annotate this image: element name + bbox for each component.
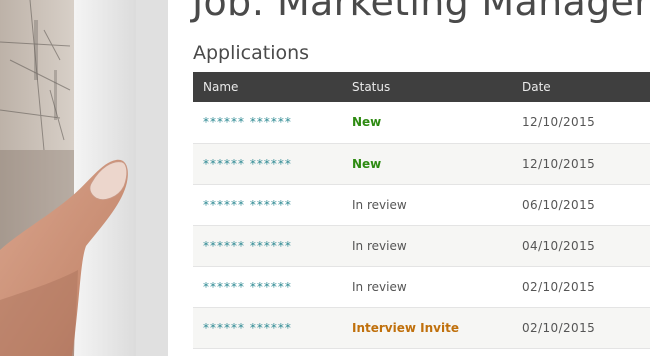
- date-cell: 02/10/2015: [522, 279, 596, 294]
- table-row[interactable]: ****** ****** Interview Invite 02/10/201…: [193, 307, 650, 348]
- table-row[interactable]: ****** ****** New 12/10/2015: [193, 143, 650, 184]
- decorative-photo: [0, 0, 168, 356]
- date-cell: 12/10/2015: [522, 156, 596, 171]
- table-row[interactable]: ****** ****** New 12/10/2015: [193, 102, 650, 143]
- applicant-name-link[interactable]: ****** ******: [203, 280, 292, 294]
- status-label: In review: [352, 197, 407, 212]
- applicant-name-cell: ****** ******: [193, 102, 343, 143]
- table-row[interactable]: ****** ****** In review 04/10/2015: [193, 225, 650, 266]
- column-header-status[interactable]: Status: [343, 72, 512, 102]
- section-title: Applications: [193, 42, 310, 64]
- applicant-name-link[interactable]: ****** ******: [203, 239, 292, 253]
- applications-table-container: Name Status Date ****** ****** New 12/10…: [193, 72, 650, 349]
- column-header-date[interactable]: Date: [512, 72, 650, 102]
- applicant-name-link[interactable]: ****** ******: [203, 198, 292, 212]
- applicant-name-cell: ****** ******: [193, 266, 343, 307]
- status-label: In review: [352, 238, 407, 253]
- status-label: Interview Invite: [352, 320, 459, 335]
- applicant-name-cell: ****** ******: [193, 143, 343, 184]
- status-cell: New: [343, 143, 512, 184]
- applicant-name-cell: ****** ******: [193, 184, 343, 225]
- applicant-name-link[interactable]: ****** ******: [203, 115, 292, 129]
- date-cell: 02/10/2015: [522, 320, 596, 335]
- date-cell: 04/10/2015: [522, 238, 596, 253]
- date-cell: 12/10/2015: [522, 115, 596, 130]
- table-header: Name Status Date: [193, 72, 650, 102]
- status-label: New: [352, 115, 382, 130]
- table-row[interactable]: ****** ****** In review 02/10/2015: [193, 266, 650, 307]
- status-cell: Interview Invite: [343, 307, 512, 348]
- status-cell: In review: [343, 184, 512, 225]
- applicant-name-cell: ****** ******: [193, 307, 343, 348]
- hand-holding-tablet-image: [0, 0, 168, 356]
- applications-table: Name Status Date ****** ****** New 12/10…: [193, 72, 650, 349]
- table-row[interactable]: ****** ****** In review 06/10/2015: [193, 184, 650, 225]
- status-cell: In review: [343, 225, 512, 266]
- applicant-name-cell: ****** ******: [193, 225, 343, 266]
- table-body: ****** ****** New 12/10/2015 ****** ****…: [193, 102, 650, 348]
- main-content: Job: Marketing Manager Applications Name…: [168, 0, 650, 356]
- status-cell: New: [343, 102, 512, 143]
- status-label: New: [352, 156, 382, 171]
- status-label: In review: [352, 279, 407, 294]
- date-cell: 06/10/2015: [522, 197, 596, 212]
- applicant-name-link[interactable]: ****** ******: [203, 321, 292, 335]
- applicant-name-link[interactable]: ****** ******: [203, 157, 292, 171]
- table-header-row: Name Status Date: [193, 72, 650, 102]
- status-cell: In review: [343, 266, 512, 307]
- column-header-name[interactable]: Name: [193, 72, 343, 102]
- page-title: Job: Marketing Manager: [192, 0, 650, 24]
